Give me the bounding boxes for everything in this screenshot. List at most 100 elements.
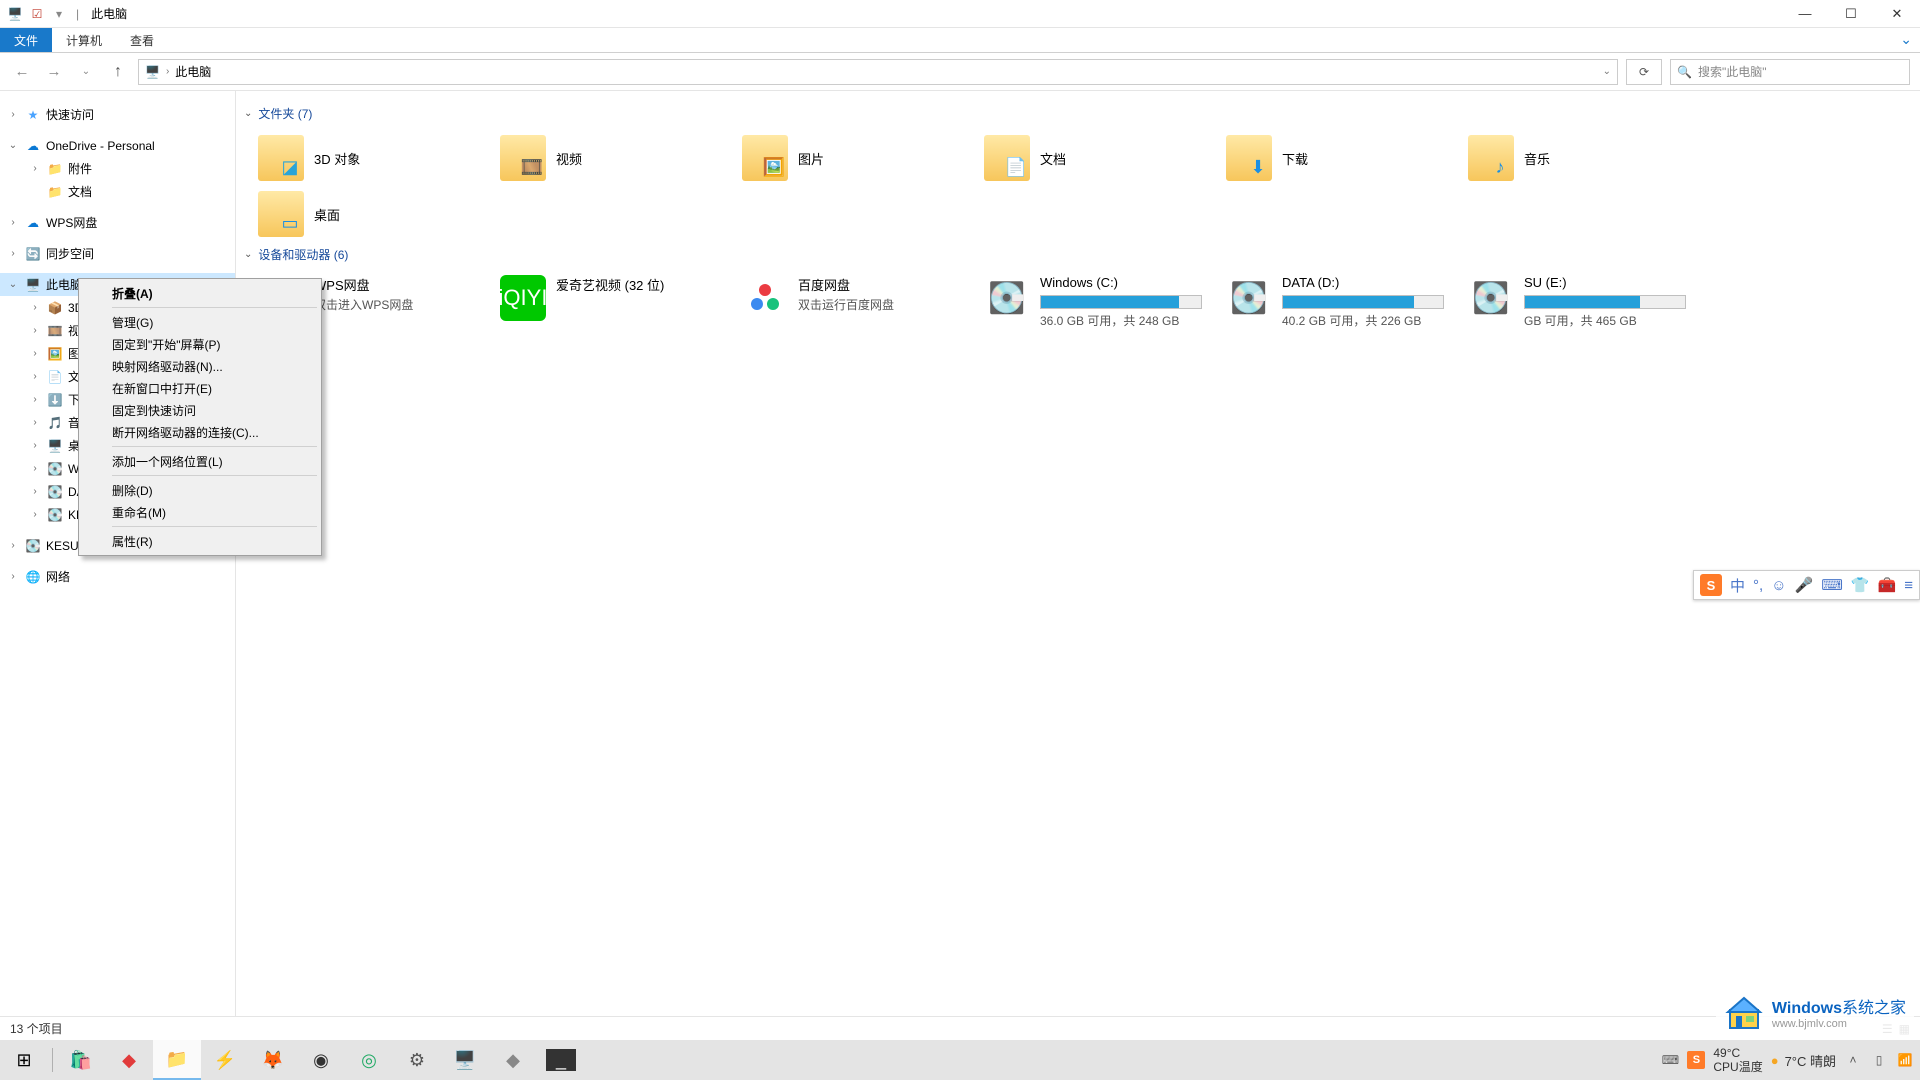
ime-menu-icon[interactable]: ≡ — [1904, 577, 1913, 594]
cm-map-network[interactable]: 映射网络驱动器(N)... — [82, 355, 318, 377]
group-drives[interactable]: ⌄ 设备和驱动器 (6) — [242, 242, 1920, 271]
cm-collapse[interactable]: 折叠(A) — [82, 282, 318, 304]
ime-mic-icon[interactable]: 🎤 — [1795, 576, 1814, 594]
tree-onedrive-attach[interactable]: 📁附件 — [0, 157, 235, 180]
chevron-icon[interactable] — [6, 248, 20, 259]
chevron-icon[interactable] — [28, 348, 42, 359]
breadcrumb[interactable]: 🖥️ › 此电脑 ⌄ — [138, 59, 1618, 85]
folder-video[interactable]: 🎞️视频 — [494, 130, 736, 186]
breadcrumb-location[interactable]: 此电脑 — [175, 63, 211, 80]
chevron-icon[interactable] — [28, 302, 42, 313]
cm-rename[interactable]: 重命名(M) — [82, 501, 318, 523]
tab-view[interactable]: 查看 — [116, 28, 168, 52]
chevron-icon[interactable] — [6, 571, 20, 582]
ime-toolbox-icon[interactable]: 🧰 — [1878, 576, 1897, 594]
forward-button[interactable]: → — [42, 60, 66, 84]
chevron-icon[interactable] — [6, 140, 20, 151]
drive-baidu[interactable]: 百度网盘双击运行百度网盘 — [736, 271, 978, 333]
folder-documents[interactable]: 📄文档 — [978, 130, 1220, 186]
chevron-icon[interactable] — [28, 394, 42, 405]
tray-weather[interactable]: ● 7°C 晴朗 — [1771, 1051, 1836, 1070]
chevron-icon[interactable] — [6, 540, 20, 551]
chevron-icon[interactable] — [28, 371, 42, 382]
ime-skin-icon[interactable]: 👕 — [1851, 576, 1870, 594]
cm-delete[interactable]: 删除(D) — [82, 479, 318, 501]
folder-pictures[interactable]: 🖼️图片 — [736, 130, 978, 186]
tree-onedrive[interactable]: ☁OneDrive - Personal — [0, 134, 235, 157]
cm-properties[interactable]: 属性(R) — [82, 530, 318, 552]
chevron-icon[interactable] — [6, 109, 20, 120]
tb-app-gray-icon[interactable]: ◆ — [489, 1040, 537, 1080]
drive-c[interactable]: 💽 Windows (C:)36.0 GB 可用，共 248 GB — [978, 271, 1220, 333]
folder-music[interactable]: ♪音乐 — [1462, 130, 1704, 186]
drive-d[interactable]: 💽 DATA (D:)40.2 GB 可用，共 226 GB — [1220, 271, 1462, 333]
chevron-icon[interactable] — [28, 325, 42, 336]
chevron-right-icon[interactable]: › — [166, 66, 169, 77]
sogou-icon[interactable]: S — [1700, 574, 1722, 596]
tray-keyboard-icon[interactable]: ⌨ — [1661, 1051, 1679, 1069]
tb-terminal-icon[interactable]: _ — [546, 1049, 576, 1071]
cm-disconnect[interactable]: 断开网络驱动器的连接(C)... — [82, 421, 318, 443]
refresh-button[interactable]: ⟳ — [1626, 59, 1662, 85]
cm-open-new-window[interactable]: 在新窗口中打开(E) — [82, 377, 318, 399]
back-button[interactable]: ← — [10, 60, 34, 84]
tree-quick-access[interactable]: ★快速访问 — [0, 103, 235, 126]
folder-3d[interactable]: ◪3D 对象 — [252, 130, 494, 186]
tray-battery-icon[interactable]: ▯ — [1870, 1051, 1888, 1069]
ime-keyboard-icon[interactable]: ⌨ — [1821, 576, 1843, 594]
chevron-icon[interactable] — [6, 279, 20, 290]
search-input[interactable]: 🔍 搜索"此电脑" — [1670, 59, 1910, 85]
qat-checkbox-icon[interactable]: ☑ — [28, 5, 46, 23]
drive-iqiyi[interactable]: iQIYI 爱奇艺视频 (32 位) — [494, 271, 736, 333]
chevron-down-icon[interactable]: ⌄ — [244, 249, 252, 260]
ime-lang[interactable]: 中 — [1730, 575, 1745, 596]
start-button[interactable]: ⊞ — [0, 1040, 48, 1080]
tb-firefox-icon[interactable]: 🦊 — [249, 1040, 297, 1080]
chevron-icon[interactable] — [6, 217, 20, 228]
cm-pin-quick[interactable]: 固定到快速访问 — [82, 399, 318, 421]
minimize-button[interactable]: ― — [1782, 0, 1828, 28]
chevron-icon[interactable] — [28, 440, 42, 451]
tb-app-red-icon[interactable]: ◆ — [105, 1040, 153, 1080]
up-button[interactable]: ↑ — [106, 60, 130, 84]
breadcrumb-dropdown-icon[interactable]: ⌄ — [1603, 66, 1611, 77]
chevron-icon[interactable] — [28, 417, 42, 428]
ribbon-expand-icon[interactable]: ⌄ — [1900, 31, 1912, 48]
tb-app-circle-icon[interactable]: ◎ — [345, 1040, 393, 1080]
cm-pin-start[interactable]: 固定到"开始"屏幕(P) — [82, 333, 318, 355]
tb-steam-icon[interactable]: ◉ — [297, 1040, 345, 1080]
tb-explorer-icon[interactable]: 📁 — [153, 1040, 201, 1080]
chevron-icon[interactable] — [28, 163, 42, 174]
tb-app-blue-icon[interactable]: ⚡ — [201, 1040, 249, 1080]
tab-computer[interactable]: 计算机 — [52, 28, 116, 52]
tray-sogou-icon[interactable]: S — [1687, 1051, 1705, 1069]
ime-punct-icon[interactable]: °, — [1753, 577, 1763, 594]
tree-sync[interactable]: 🔄同步空间 — [0, 242, 235, 265]
tree-wps[interactable]: ☁WPS网盘 — [0, 211, 235, 234]
chevron-icon[interactable] — [28, 463, 42, 474]
ime-toolbar[interactable]: S 中 °, ☺ 🎤 ⌨ 👕 🧰 ≡ — [1693, 570, 1920, 600]
tb-store-icon[interactable]: 🛍️ — [57, 1040, 105, 1080]
tree-network[interactable]: 🌐网络 — [0, 565, 235, 588]
ime-emoji-icon[interactable]: ☺ — [1771, 577, 1786, 594]
cm-add-location[interactable]: 添加一个网络位置(L) — [82, 450, 318, 472]
folder-desktop[interactable]: ▭桌面 — [252, 186, 494, 242]
tray-wifi-icon[interactable]: 📶 — [1896, 1051, 1914, 1069]
tab-file[interactable]: 文件 — [0, 28, 52, 52]
tray-up-icon[interactable]: ˄ — [1844, 1051, 1862, 1069]
tb-settings-icon[interactable]: ⚙ — [393, 1040, 441, 1080]
recent-dropdown-icon[interactable]: ⌄ — [74, 60, 98, 84]
cm-manage[interactable]: 管理(G) — [82, 311, 318, 333]
group-folders[interactable]: ⌄ 文件夹 (7) — [242, 101, 1920, 130]
tree-onedrive-docs[interactable]: 📁文档 — [0, 180, 235, 203]
maximize-button[interactable]: ☐ — [1828, 0, 1874, 28]
chevron-down-icon[interactable]: ⌄ — [244, 108, 252, 119]
close-button[interactable]: ✕ — [1874, 0, 1920, 28]
chevron-icon[interactable] — [28, 509, 42, 520]
tb-monitor-icon[interactable]: 🖥️ — [441, 1040, 489, 1080]
folder-downloads[interactable]: ⬇下载 — [1220, 130, 1462, 186]
qat-dropdown-icon[interactable]: ▾ — [50, 5, 68, 23]
tray-cpu-temp[interactable]: 49°C CPU温度 — [1713, 1046, 1762, 1075]
chevron-icon[interactable] — [28, 486, 42, 497]
drive-e[interactable]: 💽 SU (E:)GB 可用，共 465 GB — [1462, 271, 1704, 333]
